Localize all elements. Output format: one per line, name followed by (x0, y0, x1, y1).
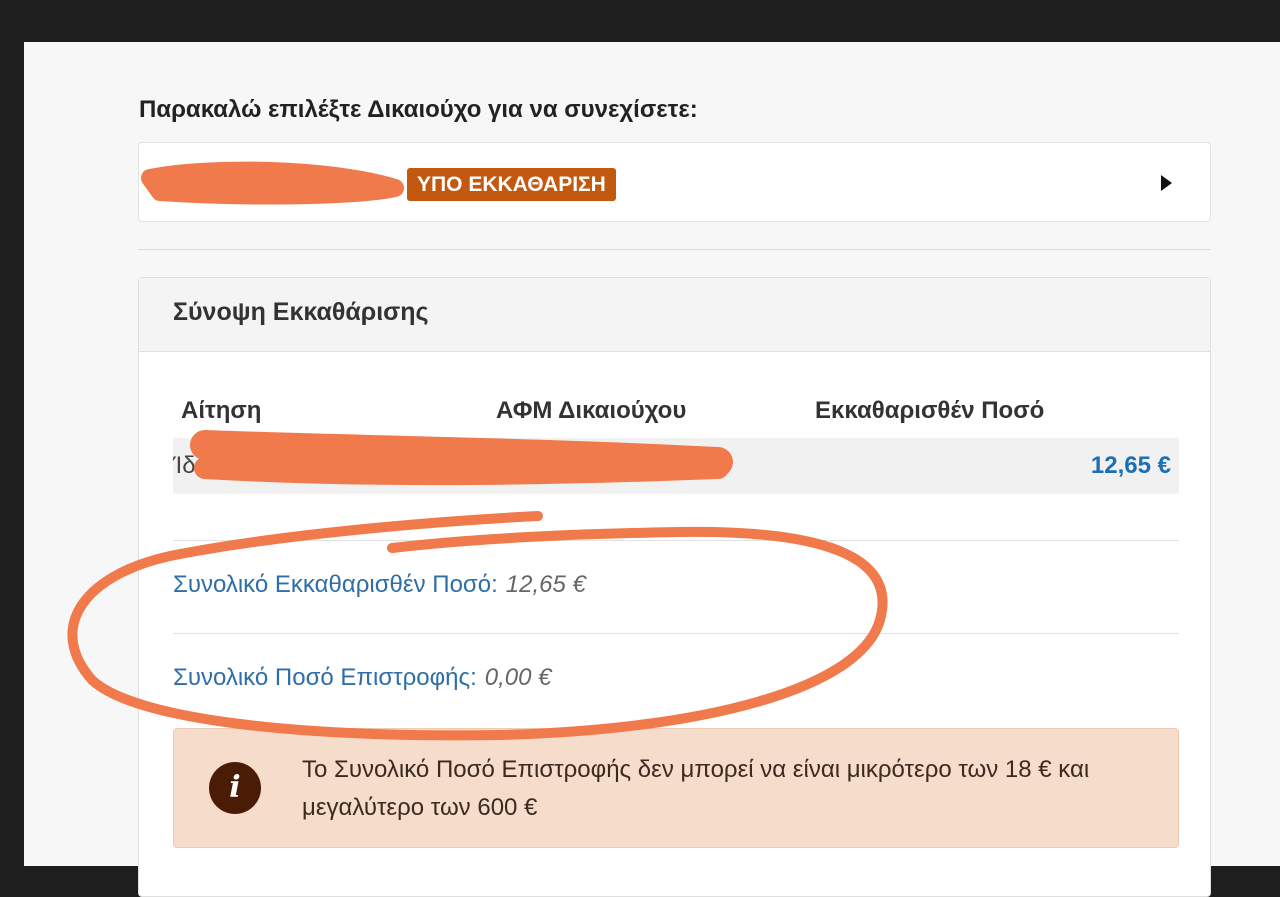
request-cell: Ίδι (173, 452, 201, 479)
column-header-request: Αίτηση (181, 397, 262, 424)
row-divider (173, 633, 1179, 634)
column-header-tax-id: ΑΦΜ Δικαιούχου (496, 397, 687, 424)
beneficiary-selector[interactable]: ΥΠΟ ΕΚΚΑΘΑΡΙΣΗ (138, 142, 1211, 222)
total-cleared-value: 12,65 € (505, 571, 586, 598)
total-refund-label: Συνολικό Ποσό Επιστροφής: (173, 664, 477, 691)
total-refund-value: 0,00 € (484, 664, 552, 691)
panel-title: Σύνοψη Εκκαθάρισης (173, 298, 429, 326)
expand-arrow-icon[interactable] (1161, 175, 1172, 191)
info-icon: i (209, 762, 261, 814)
amount-cell: 12,65 € (1090, 452, 1171, 479)
total-cleared-label: Συνολικό Εκκαθαρισθέν Ποσό: (173, 571, 498, 598)
total-refund: Συνολικό Ποσό Επιστροφής: 0,00 € (173, 664, 551, 692)
row-divider (173, 540, 1179, 541)
alert-message: Το Συνολικό Ποσό Επιστροφής δεν μπορεί ν… (302, 756, 1090, 821)
status-badge: ΥΠΟ ΕΚΚΑΘΑΡΙΣΗ (407, 168, 616, 201)
clearance-summary-panel: Σύνοψη Εκκαθάρισης Αίτηση ΑΦΜ Δικαιούχου… (138, 277, 1211, 897)
total-cleared: Συνολικό Εκκαθαρισθέν Ποσό: 12,65 € (173, 571, 586, 599)
info-alert: i Το Συνολικό Ποσό Επιστροφής δεν μπορεί… (173, 728, 1179, 848)
divider (138, 249, 1211, 250)
table-row: Ίδι 12,65 € (173, 438, 1179, 494)
page-prompt: Παρακαλώ επιλέξτε Δικαιούχο για να συνεχ… (139, 96, 698, 123)
column-header-cleared-amount: Εκκαθαρισθέν Ποσό (815, 397, 1045, 424)
